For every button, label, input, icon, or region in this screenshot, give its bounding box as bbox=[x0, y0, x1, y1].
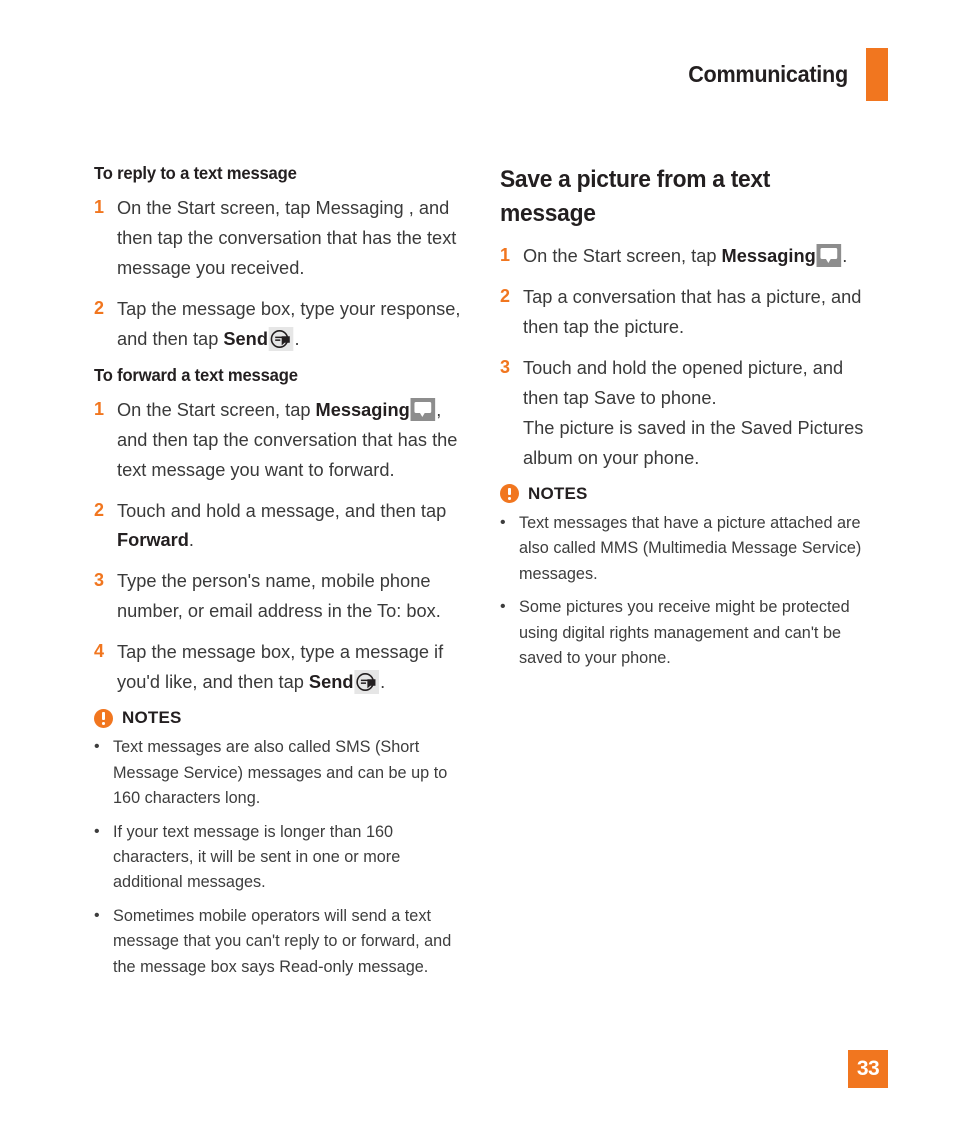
content-columns: To reply to a text message 1 On the Star… bbox=[94, 163, 880, 988]
note-text: Text messages are also called SMS (Short… bbox=[113, 738, 448, 808]
note-item: • Text messages that have a picture atta… bbox=[500, 511, 880, 587]
step-text-part: On the Start screen, tap bbox=[117, 398, 316, 420]
step-item: 4 Tap the message box, type a message if… bbox=[94, 637, 474, 697]
notes-header-left: NOTES bbox=[94, 708, 474, 728]
bullet-glyph: • bbox=[94, 822, 100, 840]
steps-save-picture: 1 On the Start screen, tap Messaging. 2 … bbox=[500, 241, 880, 473]
bullet-glyph: • bbox=[94, 906, 100, 924]
step-text-part: Type the person's name, mobile phone num… bbox=[117, 570, 441, 622]
step-text-part: On the Start screen, tap Messaging , and… bbox=[117, 196, 457, 278]
step-item: 1 On the Start screen, tap Messaging, an… bbox=[94, 395, 474, 485]
note-text: Text messages that have a picture attach… bbox=[519, 513, 862, 583]
send-icon bbox=[268, 326, 294, 351]
chapter-title: Communicating bbox=[688, 61, 848, 87]
step-text-part: Tap a conversation that has a picture, a… bbox=[523, 286, 862, 338]
step-text-part: . bbox=[380, 671, 386, 693]
messaging-icon bbox=[410, 397, 436, 421]
step-text-part: Touch and hold a message, and then tap bbox=[117, 499, 447, 521]
step-text-part: On the Start screen, tap bbox=[523, 245, 722, 267]
step-emphasis: Send bbox=[308, 671, 354, 693]
notes-list-left: • Text messages are also called SMS (Sho… bbox=[94, 735, 474, 980]
notes-label: NOTES bbox=[528, 483, 588, 503]
step-number: 1 bbox=[94, 196, 105, 217]
step-emphasis: Messaging bbox=[315, 398, 410, 420]
step-number: 1 bbox=[500, 245, 511, 266]
bullet-glyph: • bbox=[94, 738, 100, 756]
steps-forward: 1 On the Start screen, tap Messaging, an… bbox=[94, 395, 474, 698]
bullet-glyph: • bbox=[500, 513, 506, 531]
step-text: Tap the message box, type a message if y… bbox=[117, 637, 469, 697]
step-text: On the Start screen, tap Messaging. bbox=[523, 241, 875, 271]
note-item: • Text messages are also called SMS (Sho… bbox=[94, 735, 474, 811]
step-number: 2 bbox=[94, 297, 105, 318]
step-text-part: . bbox=[188, 529, 194, 551]
notes-label: NOTES bbox=[122, 708, 182, 728]
heading-save-picture: Save a picture from a text message bbox=[500, 166, 771, 228]
step-item: 3 Touch and hold the opened picture, and… bbox=[500, 353, 880, 473]
note-item: • Some pictures you receive might be pro… bbox=[500, 595, 880, 671]
steps-reply: 1 On the Start screen, tap Messaging , a… bbox=[94, 193, 474, 354]
step-item: 1 On the Start screen, tap Messaging , a… bbox=[94, 193, 474, 283]
notes-list-right: • Text messages that have a picture atta… bbox=[500, 511, 880, 671]
step-emphasis: Send bbox=[223, 327, 268, 349]
warning-icon bbox=[500, 484, 519, 504]
step-text: On the Start screen, tap Messaging , and… bbox=[117, 193, 469, 283]
note-text: Some pictures you receive might be prote… bbox=[519, 598, 850, 667]
step-text: Tap the message box, type your response,… bbox=[117, 294, 469, 354]
speech-bubble-tail bbox=[825, 258, 832, 264]
step-emphasis: Forward bbox=[117, 529, 189, 551]
send-icon bbox=[354, 670, 380, 695]
heading-forward-text-message: To forward a text message bbox=[94, 364, 298, 385]
speech-bubble-tail bbox=[419, 411, 426, 417]
left-column: To reply to a text message 1 On the Star… bbox=[94, 163, 474, 988]
header-accent-tab bbox=[866, 48, 888, 101]
notes-header-right: NOTES bbox=[500, 484, 880, 504]
note-item: • If your text message is longer than 16… bbox=[94, 820, 474, 896]
page-number-badge: 33 bbox=[848, 1050, 888, 1088]
note-item: • Sometimes mobile operators will send a… bbox=[94, 904, 474, 980]
heading-reply-to-text-message: To reply to a text message bbox=[94, 163, 297, 183]
step-text: Type the person's name, mobile phone num… bbox=[117, 566, 469, 626]
step-number: 2 bbox=[94, 499, 105, 520]
step-item: 2 Tap a conversation that has a picture,… bbox=[500, 282, 880, 342]
step-item: 2 Tap the message box, type your respons… bbox=[94, 294, 474, 354]
step-text-part: Tap the message box, type a message if y… bbox=[117, 641, 444, 693]
note-text: If your text message is longer than 160 … bbox=[113, 822, 401, 892]
step-text-part: Touch and hold the opened picture, and t… bbox=[523, 357, 844, 409]
step-item: 1 On the Start screen, tap Messaging. bbox=[500, 241, 880, 271]
bullet-glyph: • bbox=[500, 598, 506, 616]
step-number: 1 bbox=[94, 398, 105, 419]
note-text: Sometimes mobile operators will send a t… bbox=[113, 906, 452, 976]
step-number: 3 bbox=[500, 357, 511, 378]
step-number: 4 bbox=[94, 641, 105, 662]
step-emphasis: Messaging bbox=[721, 245, 816, 267]
step-text: Tap a conversation that has a picture, a… bbox=[523, 282, 875, 342]
step-item: 3 Type the person's name, mobile phone n… bbox=[94, 566, 474, 626]
right-column: Save a picture from a text message 1 On … bbox=[500, 163, 880, 988]
step-extra-line: The picture is saved in the Saved Pictur… bbox=[523, 417, 864, 468]
step-text-part: . bbox=[842, 245, 848, 267]
step-text: On the Start screen, tap Messaging, and … bbox=[117, 395, 469, 485]
messaging-icon bbox=[816, 244, 842, 268]
step-number: 2 bbox=[500, 286, 511, 307]
step-text-part: . bbox=[294, 327, 300, 349]
step-number: 3 bbox=[94, 570, 105, 591]
step-text: Touch and hold a message, and then tap F… bbox=[117, 496, 469, 556]
step-text: Touch and hold the opened picture, and t… bbox=[523, 353, 875, 473]
step-item: 2 Touch and hold a message, and then tap… bbox=[94, 496, 474, 556]
page-header: Communicating bbox=[678, 48, 888, 101]
warning-icon bbox=[94, 708, 113, 728]
